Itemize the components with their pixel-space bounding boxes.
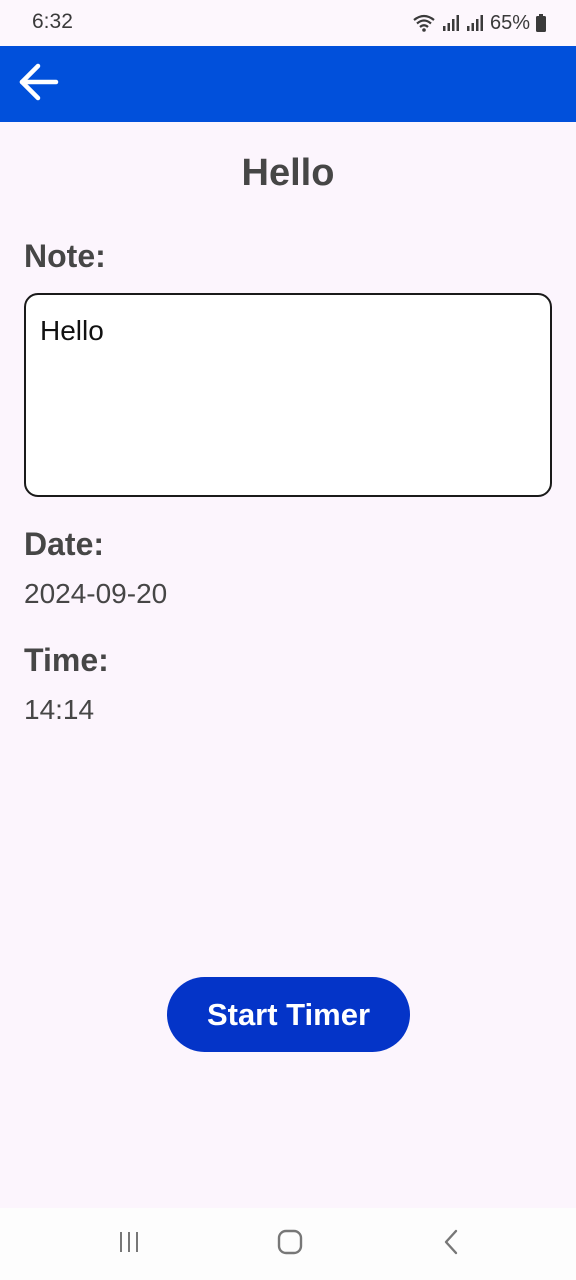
- page-title: Hello: [241, 152, 335, 194]
- time-label: Time:: [24, 642, 109, 678]
- start-timer-button[interactable]: Start Timer: [167, 977, 410, 1052]
- signal-icon: [442, 14, 460, 32]
- battery-text: 65%: [489, 11, 530, 34]
- home-icon: [277, 1229, 303, 1260]
- status-icons: 65%: [412, 10, 546, 36]
- note-label: Note:: [24, 238, 106, 274]
- app-bar: [0, 46, 576, 122]
- arrow-left-icon: [16, 62, 60, 107]
- home-button[interactable]: [250, 1208, 330, 1280]
- date-label: Date:: [24, 526, 105, 562]
- navigation-bar: [0, 1208, 576, 1280]
- time-value: 14:14: [24, 694, 95, 725]
- status-time: 6:32: [32, 10, 73, 33]
- signal-icon: [466, 14, 484, 32]
- battery-icon: [536, 14, 546, 32]
- date-value: 2024-09-20: [24, 578, 168, 609]
- nav-back-button[interactable]: [412, 1208, 492, 1280]
- back-button[interactable]: [10, 58, 66, 110]
- wifi-icon: [412, 14, 436, 32]
- note-field[interactable]: Hello: [24, 293, 552, 497]
- recent-apps-icon: [117, 1230, 141, 1259]
- back-icon: [441, 1229, 463, 1260]
- status-bar: 6:32 65%: [0, 0, 576, 46]
- recent-apps-button[interactable]: [89, 1208, 169, 1280]
